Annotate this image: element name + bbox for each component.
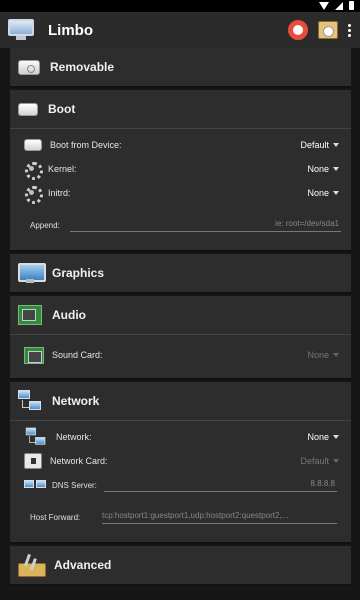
section-title: Advanced <box>54 558 112 572</box>
about-info-icon[interactable] <box>318 21 338 39</box>
sound-card-icon <box>24 346 44 364</box>
network-card-select[interactable]: Default <box>300 456 329 466</box>
section-title: Audio <box>52 308 86 322</box>
network-icon <box>18 390 42 412</box>
initrd-select[interactable]: None <box>307 188 329 198</box>
network-card-icon <box>24 453 42 469</box>
kernel-row: Kernel: None <box>10 157 351 181</box>
kernel-label: Kernel: <box>48 164 77 174</box>
append-label: Append: <box>30 220 60 230</box>
section-network: Network Network: None Network Card: Defa… <box>10 382 351 544</box>
section-advanced[interactable]: Advanced <box>10 546 351 586</box>
app-title: Limbo <box>48 21 93 39</box>
chevron-down-icon[interactable] <box>333 167 339 171</box>
append-row: Append: ie: root=/dev/sda1 <box>10 213 351 237</box>
boot-device-row: Boot from Device: Default <box>10 133 351 157</box>
wifi-icon <box>319 1 329 10</box>
chevron-down-icon[interactable] <box>333 143 339 147</box>
append-input[interactable]: ie: root=/dev/sda1 <box>70 218 341 232</box>
chevron-down-icon[interactable] <box>333 191 339 195</box>
section-title: Network <box>52 394 100 408</box>
section-title: Removable <box>50 60 115 74</box>
network-icon <box>25 427 46 447</box>
chevron-down-icon[interactable] <box>333 353 339 357</box>
section-boot-header[interactable]: Boot <box>10 90 351 128</box>
monitor-icon <box>18 263 46 283</box>
boot-device-label: Boot from Device: <box>50 140 122 150</box>
gear-icon <box>24 185 43 204</box>
dns-server-row: DNS Server: 8.8.8.8 <box>10 473 351 497</box>
section-audio-header[interactable]: Audio <box>10 296 351 334</box>
host-forward-row: Host Forward: tcp:hostport1:guestport1,u… <box>10 505 351 529</box>
removable-disk-icon <box>18 59 40 75</box>
monitor-icon <box>8 19 34 41</box>
dns-server-icon <box>24 478 46 492</box>
help-lifebuoy-icon[interactable] <box>288 20 308 40</box>
app-bar: Limbo <box>0 12 360 48</box>
section-graphics[interactable]: Graphics <box>10 254 351 294</box>
chevron-down-icon[interactable] <box>333 435 339 439</box>
boot-device-select[interactable]: Default <box>300 140 329 150</box>
hard-drive-icon <box>18 102 38 116</box>
settings-list: Removable Boot Boot from Device: Default… <box>0 48 360 600</box>
section-network-header[interactable]: Network <box>10 382 351 420</box>
network-card-label: Network Card: <box>50 456 108 466</box>
gear-icon <box>24 161 43 180</box>
network-label: Network: <box>56 432 92 442</box>
kernel-select[interactable]: None <box>307 164 329 174</box>
initrd-label: Initrd: <box>48 188 71 198</box>
network-select[interactable]: None <box>307 432 329 442</box>
drive-icon <box>24 139 42 151</box>
section-boot: Boot Boot from Device: Default Kernel: N… <box>10 90 351 252</box>
section-title: Graphics <box>52 266 105 280</box>
overflow-menu-icon[interactable] <box>348 23 352 37</box>
section-title: Boot <box>48 102 76 116</box>
initrd-row: Initrd: None <box>10 181 351 205</box>
section-removable[interactable]: Removable <box>10 48 351 88</box>
sound-card-icon <box>18 305 42 325</box>
toolbox-icon <box>18 554 46 577</box>
sound-card-select[interactable]: None <box>307 350 329 360</box>
dns-server-label: DNS Server: <box>52 480 97 490</box>
dns-server-input[interactable]: 8.8.8.8 <box>104 478 337 492</box>
sound-card-row: Sound Card: None <box>10 343 351 367</box>
network-row: Network: None <box>10 425 351 449</box>
battery-icon <box>349 1 354 10</box>
status-bar <box>0 0 360 12</box>
cell-signal-icon <box>335 1 343 10</box>
chevron-down-icon[interactable] <box>333 459 339 463</box>
host-forward-input[interactable]: tcp:hostport1:guestport1,udp:hostport2:q… <box>102 510 337 524</box>
section-audio: Audio Sound Card: None <box>10 296 351 380</box>
network-card-row: Network Card: Default <box>10 449 351 473</box>
sound-card-label: Sound Card: <box>52 350 103 360</box>
host-forward-label: Host Forward: <box>30 512 81 522</box>
